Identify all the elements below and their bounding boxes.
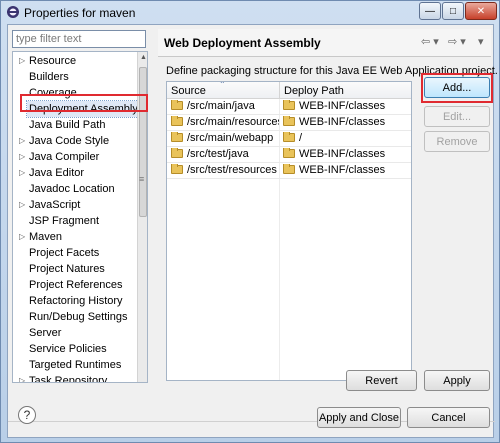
title-bar[interactable]: Properties for maven — □ ✕ — [1, 1, 499, 23]
expand-arrow-icon[interactable]: ▷ — [19, 229, 25, 245]
table-row[interactable]: /src/main/webapp / — [167, 131, 411, 147]
add-annotation-box — [421, 73, 493, 103]
source-cell: /src/main/webapp — [171, 132, 279, 144]
minimize-button[interactable]: — — [419, 2, 441, 20]
back-nav-icon[interactable]: ⇦ ▾ — [421, 35, 439, 48]
source-cell: /src/test/java — [171, 148, 279, 160]
table-row[interactable]: /src/test/resources WEB-INF/classes — [167, 163, 411, 179]
folder-icon — [283, 148, 295, 158]
source-cell: /src/test/resources — [171, 164, 279, 176]
remove-button[interactable]: Remove — [424, 131, 490, 152]
cancel-button[interactable]: Cancel — [407, 407, 490, 428]
sort-ascending-icon: ⌃ — [219, 81, 226, 89]
deploy-path-cell: WEB-INF/classes — [283, 100, 409, 112]
page-title: Web Deployment Assembly — [164, 36, 321, 50]
source-cell: /src/main/java — [171, 100, 279, 112]
source-cell: /src/main/resources — [171, 116, 279, 128]
column-header-source[interactable]: Source — [171, 85, 206, 97]
deploy-path-cell: WEB-INF/classes — [283, 164, 409, 176]
expand-arrow-icon[interactable]: ▷ — [19, 53, 25, 69]
deploy-path-cell: / — [283, 132, 409, 144]
table-row[interactable]: /src/test/java WEB-INF/classes — [167, 147, 411, 163]
close-icon: ✕ — [476, 5, 486, 17]
folder-icon — [283, 132, 295, 142]
scroll-thumb[interactable] — [139, 67, 147, 217]
selection-annotation-box — [20, 94, 148, 112]
dialog-client-area: type filter text ▷ Resource Builders Cove… — [7, 24, 498, 438]
folder-icon — [171, 132, 183, 142]
folder-icon — [171, 116, 183, 126]
maximize-icon: □ — [449, 5, 457, 17]
filter-input[interactable]: type filter text — [12, 30, 146, 48]
scroll-up-icon[interactable]: ▲ — [140, 54, 147, 61]
folder-icon — [283, 116, 295, 126]
view-menu-icon[interactable]: ▾ — [478, 35, 484, 48]
forward-nav-icon[interactable]: ⇨ ▾ — [448, 35, 466, 48]
table-row[interactable]: /src/main/java WEB-INF/classes — [167, 99, 411, 115]
expand-arrow-icon[interactable]: ▷ — [19, 133, 25, 149]
expand-arrow-icon[interactable]: ▷ — [19, 165, 25, 181]
deploy-path-cell: WEB-INF/classes — [283, 116, 409, 128]
page-header: Web Deployment Assembly ⇦ ▾ ⇨ ▾ ▾ — [158, 29, 491, 57]
expand-arrow-icon[interactable]: ▷ — [19, 149, 25, 165]
close-button[interactable]: ✕ — [465, 2, 497, 20]
deployment-table: Source ⌃ Deploy Path /src/main/java WEB-… — [166, 81, 412, 381]
apply-and-close-button[interactable]: Apply and Close — [317, 407, 401, 428]
edit-button[interactable]: Edit... — [424, 106, 490, 127]
column-header-deploy-path[interactable]: Deploy Path — [284, 85, 344, 97]
table-row[interactable]: /src/main/resources WEB-INF/classes — [167, 115, 411, 131]
folder-icon — [171, 100, 183, 110]
revert-button[interactable]: Revert — [346, 370, 417, 391]
apply-button[interactable]: Apply — [424, 370, 490, 391]
minimize-icon: — — [425, 5, 435, 17]
maximize-button[interactable]: □ — [442, 2, 464, 20]
column-divider[interactable] — [279, 82, 280, 99]
expand-arrow-icon[interactable]: ▷ — [19, 373, 25, 382]
folder-icon — [171, 148, 183, 158]
deploy-path-cell: WEB-INF/classes — [283, 148, 409, 160]
folder-icon — [283, 100, 295, 110]
help-icon[interactable]: ? — [18, 406, 36, 424]
eclipse-icon — [7, 6, 19, 18]
properties-window: Properties for maven — □ ✕ type filter t… — [0, 0, 500, 443]
table-header: Source ⌃ Deploy Path — [167, 81, 411, 99]
scroll-grip-icon: ≡ — [139, 174, 145, 184]
folder-icon — [283, 164, 295, 174]
expand-arrow-icon[interactable]: ▷ — [19, 197, 25, 213]
window-title: Properties for maven — [24, 6, 136, 20]
folder-icon — [171, 164, 183, 174]
